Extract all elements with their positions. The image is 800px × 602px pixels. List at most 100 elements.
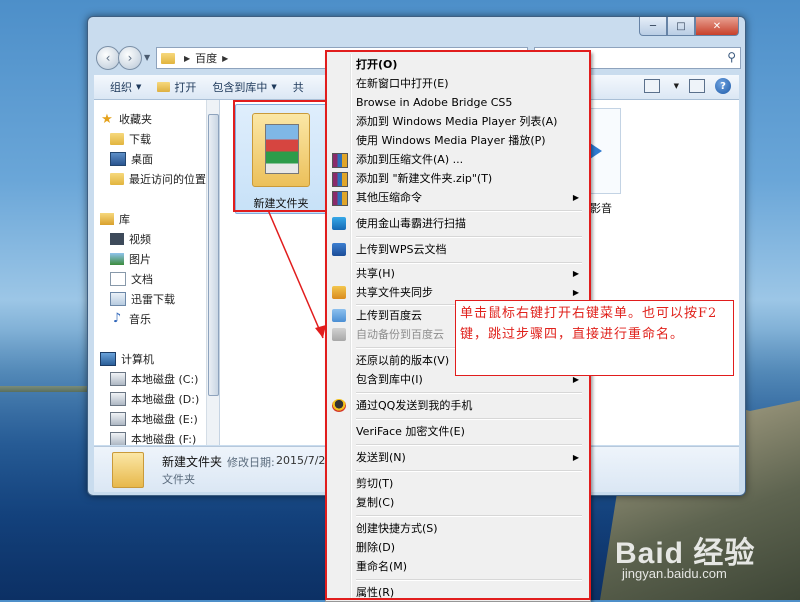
menu-item-label: 使用金山毒霸进行扫描	[356, 217, 466, 230]
menu-item-label: 通过QQ发送到我的手机	[356, 399, 473, 412]
breadcrumb-item[interactable]: 百度	[195, 50, 217, 66]
menu-item-veriface-encrypt[interactable]: VeriFace 加密文件(E)	[329, 422, 585, 441]
menu-item-label: 在新窗口中打开(E)	[356, 77, 449, 90]
share-label: 共	[292, 81, 304, 94]
share-button[interactable]: 共	[293, 79, 304, 95]
detail-modified-value: 2015/7/20	[276, 454, 333, 467]
menu-item-add-to-zip[interactable]: 添加到 "新建文件夹.zip"(T)	[329, 169, 585, 188]
minimize-button[interactable]: ─	[639, 17, 667, 36]
menu-item-play-with-wmp[interactable]: 使用 Windows Media Player 播放(P)	[329, 131, 585, 150]
help-icon[interactable]: ?	[715, 78, 731, 94]
menu-item-label: 重命名(M)	[356, 560, 408, 573]
menu-item-label: 包含到库中(I)	[356, 373, 423, 386]
nav-item-recent-places[interactable]: 最近访问的位置	[110, 170, 206, 188]
include-in-library-label: 包含到库中	[212, 81, 268, 94]
navigation-pane: ★ 收藏夹 下载 桌面 最近访问的位置 库 视频 图片 文档 迅雷下载 ♪ 音乐…	[94, 100, 220, 445]
menu-item-send-to[interactable]: 发送到(N) ▶	[329, 448, 585, 467]
annotation-note: 单击鼠标右键打开右键菜单。也可以按F2键，跳过步骤四，直接进行重命名。	[455, 300, 734, 376]
menu-item-copy[interactable]: 复制(C)	[329, 493, 585, 512]
nav-item-music[interactable]: ♪ 音乐	[110, 310, 151, 328]
menu-item-label: 上传到WPS云文档	[356, 243, 447, 256]
nav-item-documents[interactable]: 文档	[110, 270, 153, 288]
nav-item-label: 桌面	[131, 153, 153, 166]
scrollbar-thumb[interactable]	[208, 114, 219, 396]
menu-item-open[interactable]: 打开(O)	[329, 55, 585, 74]
organize-label: 组织	[110, 81, 132, 94]
back-button[interactable]: ‹	[96, 46, 120, 70]
menu-item-share[interactable]: 共享(H) ▶	[329, 264, 585, 283]
menu-item-label: Browse in Adobe Bridge CS5	[356, 96, 513, 109]
nav-item-drive-f[interactable]: 本地磁盘 (F:)	[110, 430, 196, 445]
nav-scrollbar[interactable]	[206, 100, 219, 445]
drive-icon	[110, 412, 126, 426]
menu-item-jinshan-scan[interactable]: 使用金山毒霸进行扫描	[329, 214, 585, 233]
nav-item-desktop[interactable]: 桌面	[110, 150, 153, 168]
nav-item-label: 图片	[129, 253, 151, 266]
menu-separator	[356, 418, 582, 420]
view-options-icon[interactable]	[643, 79, 660, 93]
menu-separator	[356, 515, 582, 517]
baidu-cloud-icon	[332, 309, 346, 322]
nav-favorites[interactable]: ★ 收藏夹	[100, 110, 152, 128]
menu-item-rename[interactable]: 重命名(M)	[329, 557, 585, 576]
close-button[interactable]: ✕	[695, 17, 739, 36]
menu-item-label: 添加到 "新建文件夹.zip"(T)	[356, 172, 493, 185]
nav-item-xunlei-downloads[interactable]: 迅雷下载	[110, 290, 175, 308]
nav-computer[interactable]: 计算机	[100, 350, 154, 368]
sync-icon	[332, 286, 346, 299]
menu-item-other-compress[interactable]: 其他压缩命令 ▶	[329, 188, 585, 207]
include-in-library-button[interactable]: 包含到库中 ▼	[212, 79, 276, 95]
library-icon	[100, 213, 114, 225]
forward-button[interactable]: ›	[118, 46, 142, 70]
menu-item-delete[interactable]: 删除(D)	[329, 538, 585, 557]
menu-item-properties[interactable]: 属性(R)	[329, 583, 585, 602]
folder-icon	[161, 52, 175, 64]
wps-cloud-icon	[332, 243, 346, 256]
menu-separator	[356, 579, 582, 581]
breadcrumb-separator[interactable]: ▶	[222, 54, 228, 63]
menu-separator	[356, 236, 582, 238]
folder-icon	[112, 452, 144, 488]
chevron-down-icon[interactable]: ▼	[674, 82, 679, 90]
winrar-icon	[332, 191, 348, 206]
menu-item-label: 共享文件夹同步	[356, 286, 433, 299]
maximize-button[interactable]: □	[667, 17, 695, 36]
menu-item-upload-wps[interactable]: 上传到WPS云文档	[329, 240, 585, 259]
organize-button[interactable]: 组织 ▼	[110, 79, 141, 95]
open-button[interactable]: 打开	[157, 79, 196, 95]
nav-item-drive-c[interactable]: 本地磁盘 (C:)	[110, 370, 198, 388]
menu-item-add-to-archive[interactable]: 添加到压缩文件(A) ...	[329, 150, 585, 169]
menu-item-adobe-bridge[interactable]: Browse in Adobe Bridge CS5	[329, 93, 585, 112]
menu-item-open-new-window[interactable]: 在新窗口中打开(E)	[329, 74, 585, 93]
breadcrumb-separator[interactable]: ▶	[184, 54, 190, 63]
folder-highlight-annotation	[233, 100, 330, 212]
nav-libraries-label: 库	[119, 213, 130, 226]
media-item-name: 影音	[590, 202, 612, 215]
menu-item-label: 上传到百度云	[356, 309, 422, 322]
annotation-text: 单击鼠标右键打开右键菜单。也可以按F2键，跳过步骤四，直接进行重命名。	[460, 306, 718, 342]
menu-item-qq-send-to-phone[interactable]: 通过QQ发送到我的手机	[329, 396, 585, 415]
drive-icon	[110, 392, 126, 406]
toolbar-right: ▼ ?	[643, 78, 731, 94]
nav-item-drive-d[interactable]: 本地磁盘 (D:)	[110, 390, 199, 408]
download-folder-icon	[110, 133, 124, 145]
nav-item-downloads[interactable]: 下载	[110, 130, 151, 148]
submenu-arrow-icon: ▶	[572, 193, 579, 202]
nav-item-pictures[interactable]: 图片	[110, 250, 151, 268]
nav-item-videos[interactable]: 视频	[110, 230, 151, 248]
detail-name: 新建文件夹	[162, 455, 223, 469]
menu-item-label: 添加到 Windows Media Player 列表(A)	[356, 115, 558, 128]
nav-item-label: 本地磁盘 (C:)	[131, 373, 199, 386]
menu-item-create-shortcut[interactable]: 创建快捷方式(S)	[329, 519, 585, 538]
nav-libraries[interactable]: 库	[100, 210, 130, 228]
menu-item-add-to-wmp-list[interactable]: 添加到 Windows Media Player 列表(A)	[329, 112, 585, 131]
nav-item-drive-e[interactable]: 本地磁盘 (E:)	[110, 410, 198, 428]
submenu-arrow-icon: ▶	[572, 453, 579, 462]
menu-item-label: 复制(C)	[356, 496, 395, 509]
search-icon[interactable]: ⚲	[727, 50, 736, 64]
nav-item-label: 本地磁盘 (E:)	[131, 413, 198, 426]
recent-pages-dropdown[interactable]: ▼	[144, 53, 150, 62]
nav-item-label: 本地磁盘 (F:)	[131, 433, 197, 445]
menu-item-cut[interactable]: 剪切(T)	[329, 474, 585, 493]
preview-pane-icon[interactable]	[689, 79, 705, 93]
